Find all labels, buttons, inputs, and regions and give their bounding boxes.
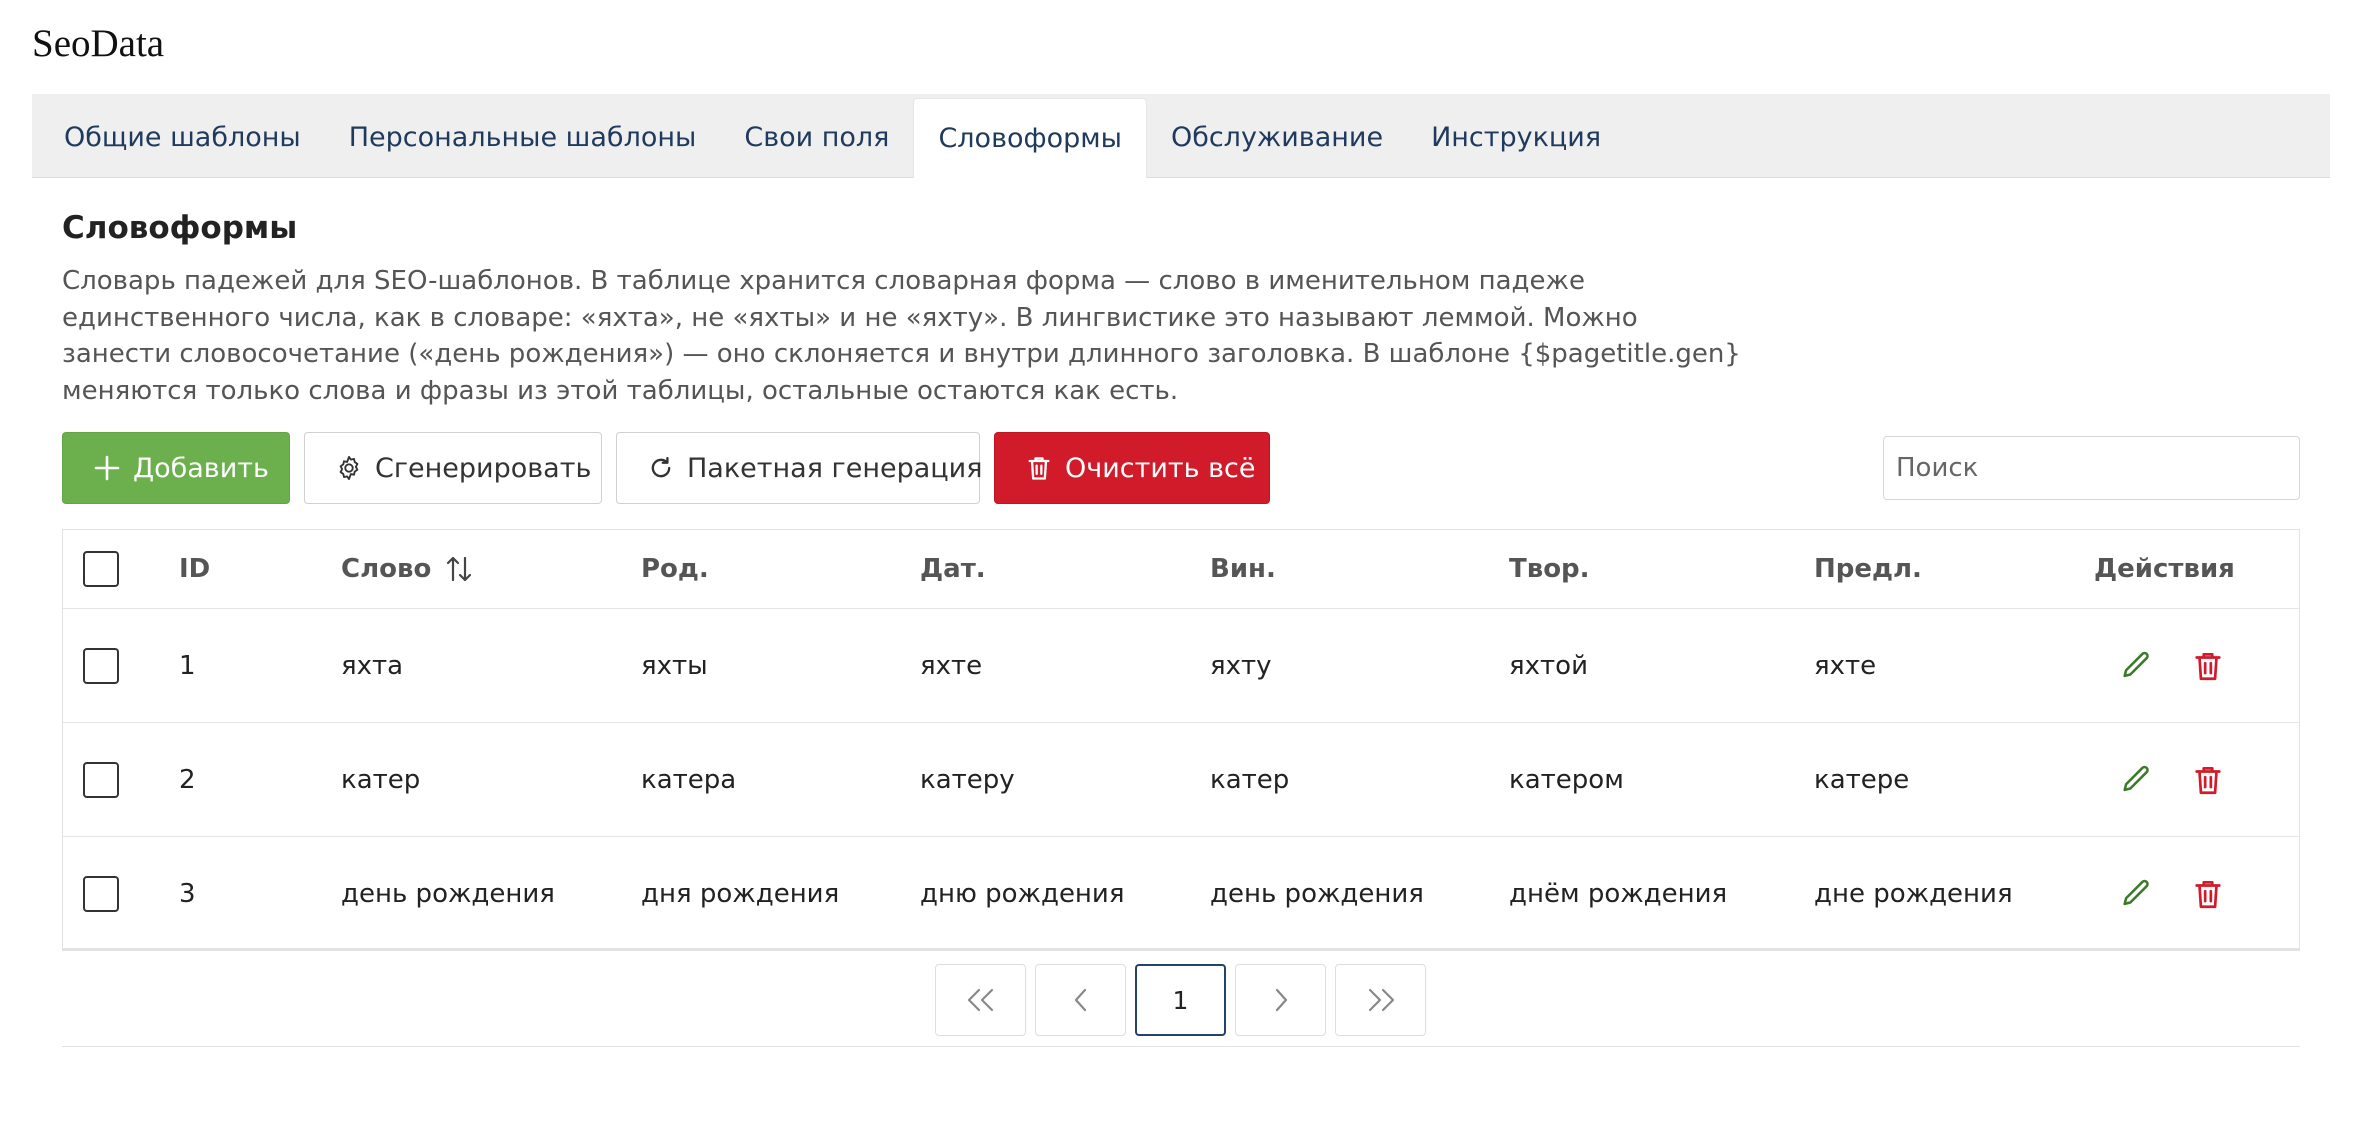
word-forms-table: ID Слово Род. Дат. Вин. Твор. Предл. Дей… [62, 529, 2300, 951]
app-title: SeoData [32, 22, 165, 65]
table-row: 1 яхта яхты яхте яхту яхтой яхте [63, 609, 2299, 723]
cell-dative: яхте [920, 650, 983, 681]
page-button-current[interactable]: 1 [1135, 964, 1226, 1036]
row-checkbox[interactable] [83, 875, 119, 912]
row-select-cell [83, 723, 119, 836]
cell-accusative: яхту [1210, 650, 1272, 681]
column-header-instrumental[interactable]: Твор. [1509, 530, 1590, 608]
tab-custom-fields[interactable]: Свои поля [720, 98, 913, 177]
cell-word: яхта [341, 650, 404, 681]
column-header-dative[interactable]: Дат. [920, 530, 986, 608]
delete-button[interactable] [2189, 647, 2227, 685]
double-chevron-left-icon [967, 988, 993, 1012]
plus-icon [94, 455, 120, 481]
first-page-button[interactable] [935, 964, 1026, 1036]
trash-icon [2195, 880, 2221, 908]
column-header-word-label: Слово [341, 554, 432, 584]
delete-button[interactable] [2189, 875, 2227, 913]
cell-genitive: яхты [641, 650, 708, 681]
cell-instrumental: яхтой [1509, 650, 1588, 681]
trash-icon [2195, 766, 2221, 794]
cell-id: 2 [179, 764, 196, 795]
chevron-right-icon [1275, 988, 1287, 1012]
column-header-actions: Действия [2094, 554, 2235, 584]
edit-button[interactable] [2117, 761, 2155, 799]
next-page-button[interactable] [1235, 964, 1326, 1036]
row-checkbox[interactable] [83, 761, 119, 798]
generate-button-label: Сгенерировать [375, 452, 592, 484]
batch-generate-button-label: Пакетная генерация [687, 452, 983, 484]
cell-genitive: дня рождения [641, 878, 840, 909]
section-description: Словарь падежей для SEO-шаблонов. В табл… [62, 266, 1741, 406]
cell-instrumental: катером [1509, 764, 1624, 795]
cell-accusative: катер [1210, 764, 1290, 795]
cell-instrumental: днём рождения [1509, 878, 1728, 909]
add-button-label: Добавить [133, 452, 269, 484]
column-header-id[interactable]: ID [179, 530, 210, 608]
tab-instructions[interactable]: Инструкция [1407, 98, 1625, 177]
pagination: 1 [935, 964, 1426, 1036]
table-row: 3 день рождения дня рождения дню рождени… [63, 837, 2299, 950]
tab-bar: Общие шаблоны Персональные шаблоны Свои … [32, 94, 2330, 178]
cell-dative: катеру [920, 764, 1015, 795]
divider [62, 1046, 2300, 1047]
sort-arrows-icon[interactable] [445, 554, 473, 584]
table-row: 2 катер катера катеру катер катером кате… [63, 723, 2299, 837]
cell-prepositional: дне рождения [1814, 878, 2013, 909]
search-input[interactable] [1883, 436, 2300, 500]
refresh-icon [651, 456, 671, 478]
select-all-cell [83, 530, 119, 608]
clear-all-button[interactable]: Очистить всё [994, 432, 1270, 504]
cell-prepositional: яхте [1814, 650, 1877, 681]
cell-accusative: день рождения [1210, 878, 1424, 909]
tab-word-forms[interactable]: Словоформы [913, 98, 1147, 178]
trash-icon [2195, 652, 2221, 680]
row-select-cell [83, 609, 119, 722]
cell-dative: дню рождения [920, 878, 1125, 909]
row-select-cell [83, 837, 119, 950]
edit-button[interactable] [2117, 647, 2155, 685]
double-chevron-right-icon [1368, 988, 1394, 1012]
tab-maintenance[interactable]: Обслуживание [1147, 98, 1407, 177]
clear-all-button-label: Очистить всё [1065, 452, 1256, 484]
row-checkbox[interactable] [83, 647, 119, 684]
generate-button[interactable]: Сгенерировать [304, 432, 602, 504]
cell-genitive: катера [641, 764, 737, 795]
pencil-icon [2123, 651, 2149, 677]
last-page-button[interactable] [1335, 964, 1426, 1036]
column-header-word[interactable]: Слово [341, 530, 473, 608]
row-actions [2117, 609, 2227, 722]
previous-page-button[interactable] [1035, 964, 1126, 1036]
select-all-checkbox[interactable] [83, 551, 119, 587]
cell-word: день рождения [341, 878, 555, 909]
edit-button[interactable] [2117, 875, 2155, 913]
tab-personal-templates[interactable]: Персональные шаблоны [325, 98, 721, 177]
batch-generate-button[interactable]: Пакетная генерация [616, 432, 983, 504]
table-header-row: ID Слово Род. Дат. Вин. Твор. Предл. Дей… [63, 530, 2299, 609]
add-button[interactable]: Добавить [62, 432, 290, 504]
cell-word: катер [341, 764, 421, 795]
trash-icon [1028, 457, 1050, 480]
cell-id: 3 [179, 878, 196, 909]
delete-button[interactable] [2189, 761, 2227, 799]
column-header-prepositional[interactable]: Предл. [1814, 530, 1922, 608]
row-actions [2117, 837, 2227, 950]
row-actions [2117, 723, 2227, 836]
pencil-icon [2123, 765, 2149, 791]
column-header-accusative[interactable]: Вин. [1210, 530, 1276, 608]
chevron-left-icon [1074, 988, 1086, 1012]
column-header-genitive[interactable]: Род. [641, 530, 709, 608]
pencil-icon [2123, 879, 2149, 905]
gear-icon [339, 455, 359, 481]
cell-prepositional: катере [1814, 764, 1910, 795]
cell-id: 1 [179, 650, 196, 681]
section-title: Словоформы [62, 210, 298, 246]
tab-general-templates[interactable]: Общие шаблоны [40, 98, 325, 177]
toolbar: Добавить Сгенерировать Пакетная генераци… [62, 432, 1270, 504]
